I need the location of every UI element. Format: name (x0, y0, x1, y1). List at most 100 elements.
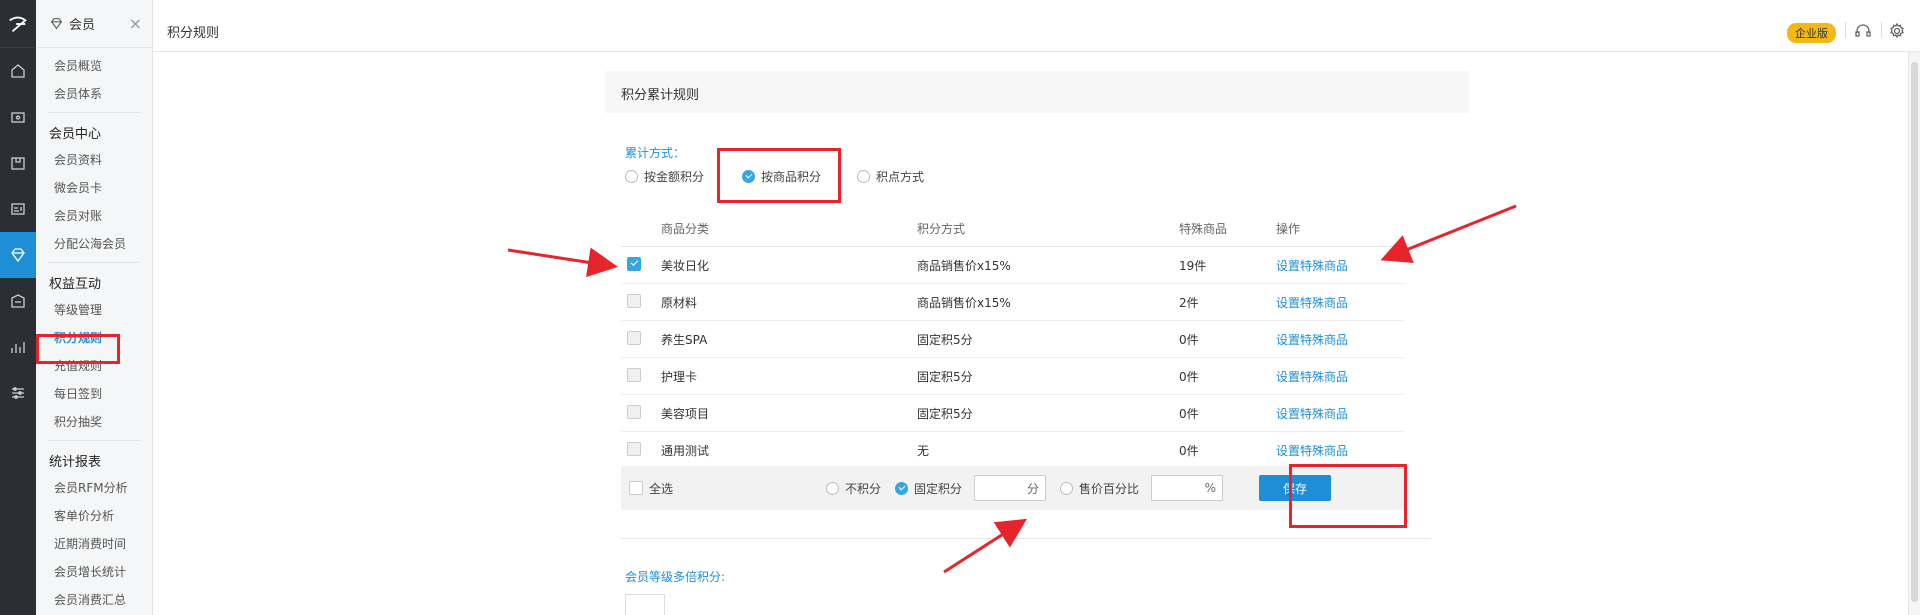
row-category: 美妆日化 (661, 258, 710, 273)
rail-settings-sliders-icon[interactable] (0, 370, 36, 416)
submenu-item-system[interactable]: 会员体系 (36, 80, 152, 108)
row-checkbox[interactable] (627, 404, 641, 419)
submenu-group-reports: 统计报表 (49, 455, 102, 470)
set-special-goods-link[interactable]: 设置特殊商品 (1276, 368, 1404, 385)
submenu-item-reconcile[interactable]: 会员对账 (36, 202, 152, 230)
icon-rail (0, 0, 36, 615)
radio-button[interactable] (857, 170, 871, 183)
submenu-group-benefits: 权益互动 (49, 277, 102, 292)
topbar-divider (1881, 22, 1882, 38)
row-checkbox[interactable] (627, 367, 641, 382)
set-special-goods-link[interactable]: 设置特殊商品 (1276, 331, 1404, 348)
mode-by-amount[interactable]: 按金额积分 (625, 168, 704, 185)
select-all[interactable]: 全选 (621, 480, 826, 497)
submenu-item-daily-checkin[interactable]: 每日签到 (36, 380, 152, 408)
submenu-item-profile[interactable]: 会员资料 (36, 146, 152, 174)
price-percent-input[interactable]: % (1151, 475, 1224, 501)
rail-marketing-icon[interactable] (0, 278, 36, 324)
submenu-item-recent-spend[interactable]: 近期消费时间 (36, 530, 152, 558)
submenu-item-levels[interactable]: 等级管理 (36, 296, 152, 324)
edition-badge: 企业版 (1787, 23, 1836, 43)
table-row: 护理卡 固定积5分 0件 设置特殊商品 (621, 358, 1404, 395)
submenu-item-rfm[interactable]: 会员RFM分析 (36, 474, 152, 502)
row-method: 无 (917, 443, 930, 458)
row-method: 固定积5分 (917, 332, 973, 347)
batch-edit-bar: 全选 不积分 固定积分 分 售价百分比 % 保存 (621, 466, 1404, 510)
rail-report-icon[interactable] (0, 324, 36, 370)
row-method: 商品销售价x15% (917, 258, 1011, 273)
mode-by-points-label: 积点方式 (876, 170, 925, 184)
submenu-item-growth[interactable]: 会员增长统计 (36, 558, 152, 586)
mode-by-amount-label: 按金额积分 (644, 170, 705, 184)
submenu-item-overview[interactable]: 会员概览 (36, 52, 152, 80)
close-icon[interactable]: × (129, 14, 142, 33)
submenu-group-center: 会员中心 (49, 127, 102, 142)
submenu-item-recharge-rules[interactable]: 充值规则 (36, 352, 152, 380)
mode-by-points[interactable]: 积点方式 (857, 168, 924, 185)
radio-button-selected[interactable] (742, 170, 756, 183)
topbar-divider (1845, 22, 1846, 38)
row-checkbox[interactable] (627, 293, 641, 308)
fixed-points-input[interactable]: 分 (974, 475, 1047, 501)
diamond-icon (50, 18, 63, 30)
submenu-item-spend-summary[interactable]: 会员消费汇总 (36, 586, 152, 614)
row-special: 2件 (1179, 295, 1199, 310)
submenu-item-assign-pool[interactable]: 分配公海会员 (36, 230, 152, 258)
scrollbar-thumb[interactable] (1911, 62, 1918, 602)
submenu-item-unit-price[interactable]: 客单价分析 (36, 502, 152, 530)
row-checkbox-checked[interactable] (627, 256, 641, 271)
submenu-item-points-lottery[interactable]: 积分抽奖 (36, 408, 152, 436)
select-all-checkbox[interactable] (629, 481, 643, 495)
radio-button[interactable] (625, 170, 638, 183)
save-button[interactable]: 保存 (1259, 475, 1332, 501)
row-category: 护理卡 (661, 369, 698, 384)
level-multiplier-label: 会员等级多倍积分: (625, 570, 726, 584)
rail-home-icon[interactable] (0, 48, 36, 94)
radio-button[interactable] (826, 481, 839, 495)
rail-card-icon[interactable] (0, 186, 36, 232)
level-multiplier-box[interactable] (625, 594, 665, 615)
row-checkbox[interactable] (627, 330, 641, 345)
page-title: 积分规则 (167, 26, 220, 41)
set-special-goods-link[interactable]: 设置特殊商品 (1276, 257, 1404, 274)
set-special-goods-link[interactable]: 设置特殊商品 (1276, 442, 1404, 459)
headset-support-icon[interactable] (1854, 22, 1872, 43)
option-fixed-points[interactable]: 固定积分 (895, 480, 962, 497)
price-percent-unit: % (1204, 481, 1217, 495)
submenu-item-wechat-card[interactable]: 微会员卡 (36, 174, 152, 202)
gear-icon[interactable] (1888, 22, 1906, 43)
row-category: 养生SPA (661, 332, 708, 347)
header-category: 商品分类 (661, 221, 710, 236)
row-checkbox[interactable] (627, 441, 641, 456)
header-action: 操作 (1276, 221, 1301, 236)
table-header: 商品分类 积分方式 特殊商品 操作 (621, 210, 1404, 247)
row-category: 通用测试 (661, 443, 710, 458)
mode-by-goods[interactable]: 按商品积分 (742, 168, 821, 185)
rail-cashier-icon[interactable] (0, 94, 36, 140)
brand-logo-icon[interactable] (0, 0, 36, 48)
select-all-label: 全选 (649, 481, 674, 496)
section-title: 积分累计规则 (605, 71, 1469, 113)
option-price-percent[interactable]: 售价百分比 (1060, 480, 1139, 497)
row-category: 美容项目 (661, 406, 710, 421)
rail-member-icon[interactable] (0, 232, 36, 278)
radio-button[interactable] (1060, 481, 1074, 495)
option-no-points[interactable]: 不积分 (826, 480, 881, 497)
accumulate-mode-group: 按金额积分 按商品积分 积点方式 (625, 168, 948, 185)
category-table: 商品分类 积分方式 特殊商品 操作 美妆日化 商品销售价x15% 19件 设置特… (621, 210, 1404, 469)
set-special-goods-link[interactable]: 设置特殊商品 (1276, 405, 1404, 422)
submenu-item-points-rules[interactable]: 积分规则 (36, 324, 152, 352)
radio-button-selected[interactable] (895, 481, 909, 495)
page-scrollbar[interactable] (1908, 52, 1920, 615)
row-special: 0件 (1179, 369, 1199, 384)
header-method: 积分方式 (917, 221, 966, 236)
table-row: 美容项目 固定积5分 0件 设置特殊商品 (621, 395, 1404, 432)
accumulate-mode-label: 累计方式： (625, 146, 686, 160)
rail-goods-icon[interactable] (0, 140, 36, 186)
row-special: 0件 (1179, 332, 1199, 347)
member-submenu: 会员 × 会员概览 会员体系 会员中心 会员资料 微会员卡 会员对账 分配公海会… (36, 0, 153, 615)
row-category: 原材料 (661, 295, 698, 310)
set-special-goods-link[interactable]: 设置特殊商品 (1276, 294, 1404, 311)
main-content: 积分累计规则 累计方式： 按金额积分 按商品积分 积点方式 商品分类 积分方式 … (153, 52, 1920, 615)
option-fixed-points-label: 固定积分 (914, 481, 963, 496)
